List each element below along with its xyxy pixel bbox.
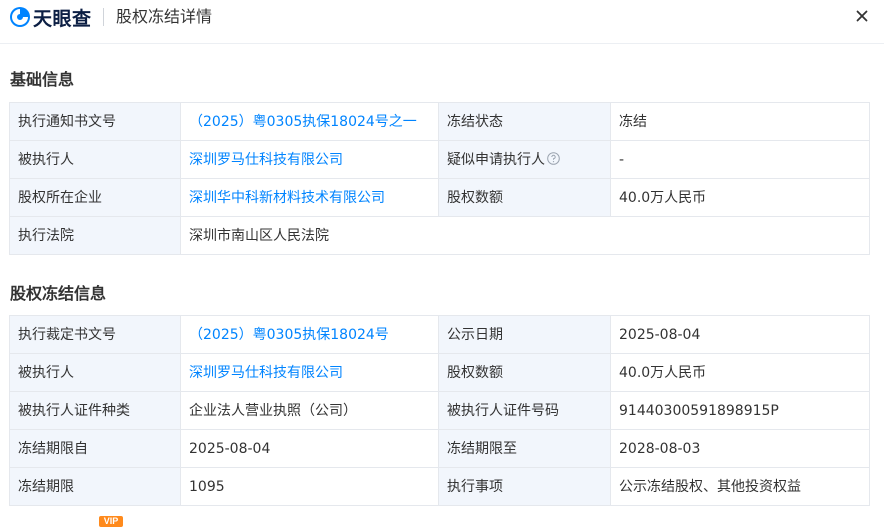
freeze-info-heading: 股权冻结信息 bbox=[10, 284, 107, 303]
vip-badge: VIP bbox=[99, 516, 123, 527]
help-icon[interactable] bbox=[547, 152, 560, 165]
executed-person-link[interactable]: 深圳罗马仕科技有限公司 bbox=[189, 365, 343, 381]
equity-company-label: 股权所在企业 bbox=[9, 178, 181, 217]
dialog-header: 天眼查 股权冻结详情 bbox=[0, 0, 884, 44]
basic-info-heading: 基础信息 bbox=[10, 70, 75, 89]
court-value: 深圳市南山区人民法院 bbox=[180, 216, 870, 255]
equity-amount-value: 40.0万人民币 bbox=[610, 178, 870, 217]
header-divider bbox=[103, 8, 104, 26]
table-row: 被执行人 深圳罗马仕科技有限公司 股权数额 40.0万人民币 bbox=[9, 353, 870, 392]
table-row: 执行通知书文号 （2025）粤0305执保18024号之一 冻结状态 冻结 bbox=[9, 102, 870, 141]
equity-amount-value: 40.0万人民币 bbox=[610, 353, 870, 392]
executed-person-label: 被执行人 bbox=[9, 353, 181, 392]
executed-person-label: 被执行人 bbox=[9, 140, 181, 179]
table-row: 执行法院 深圳市南山区人民法院 bbox=[9, 216, 870, 255]
table-row: 股权所在企业 深圳华中科新材料技术有限公司 股权数额 40.0万人民币 bbox=[9, 178, 870, 217]
equity-amount-label: 股权数额 bbox=[438, 353, 611, 392]
table-row: 冻结期限自 2025-08-04 冻结期限至 2028-08-03 bbox=[9, 429, 870, 468]
table-row: 被执行人证件种类 企业法人营业执照（公司） 被执行人证件号码 914403005… bbox=[9, 391, 870, 430]
publish-date-label: 公示日期 bbox=[438, 315, 611, 354]
id-number-value: 91440300591898915P bbox=[610, 391, 870, 430]
freeze-status-value: 冻结 bbox=[610, 102, 870, 141]
id-type-label: 被执行人证件种类 bbox=[9, 391, 181, 430]
freeze-from-label: 冻结期限自 bbox=[9, 429, 181, 468]
freeze-term-value: 1095 bbox=[180, 467, 439, 506]
close-icon[interactable] bbox=[854, 8, 870, 24]
notice-number-label: 执行通知书文号 bbox=[9, 102, 181, 141]
equity-amount-label: 股权数额 bbox=[438, 178, 611, 217]
id-type-value: 企业法人营业执照（公司） bbox=[180, 391, 439, 430]
logo-icon bbox=[10, 7, 30, 27]
freeze-to-value: 2028-08-03 bbox=[610, 429, 870, 468]
execution-matter-label: 执行事项 bbox=[438, 467, 611, 506]
dialog-title: 股权冻结详情 bbox=[116, 7, 213, 26]
ruling-number-label: 执行裁定书文号 bbox=[9, 315, 181, 354]
court-label: 执行法院 bbox=[9, 216, 181, 255]
basic-info-table: 执行通知书文号 （2025）粤0305执保18024号之一 冻结状态 冻结 被执… bbox=[9, 102, 870, 255]
equity-company-link[interactable]: 深圳华中科新材料技术有限公司 bbox=[189, 190, 385, 206]
tianyancha-logo[interactable]: 天眼查 bbox=[9, 6, 92, 30]
freeze-info-table: 执行裁定书文号 （2025）粤0305执保18024号 公示日期 2025-08… bbox=[9, 315, 870, 506]
execution-matter-value: 公示冻结股权、其他投资权益 bbox=[610, 467, 870, 506]
table-row: 冻结期限 1095 执行事项 公示冻结股权、其他投资权益 bbox=[9, 467, 870, 506]
suspected-applicant-label: 疑似申请执行人 bbox=[447, 151, 545, 168]
suspected-applicant-value: - bbox=[610, 140, 870, 179]
publish-date-value: 2025-08-04 bbox=[610, 315, 870, 354]
ruling-number-link[interactable]: （2025）粤0305执保18024号 bbox=[189, 327, 389, 343]
freeze-status-label: 冻结状态 bbox=[438, 102, 611, 141]
freeze-to-label: 冻结期限至 bbox=[438, 429, 611, 468]
id-number-label: 被执行人证件号码 bbox=[438, 391, 611, 430]
brand-name: 天眼查 bbox=[33, 7, 92, 30]
table-row: 执行裁定书文号 （2025）粤0305执保18024号 公示日期 2025-08… bbox=[9, 315, 870, 354]
freeze-term-label: 冻结期限 bbox=[9, 467, 181, 506]
freeze-from-value: 2025-08-04 bbox=[180, 429, 439, 468]
executed-person-link[interactable]: 深圳罗马仕科技有限公司 bbox=[189, 152, 343, 168]
suspected-applicant-label-cell: 疑似申请执行人 bbox=[438, 140, 611, 179]
notice-number-link[interactable]: （2025）粤0305执保18024号之一 bbox=[189, 114, 417, 130]
table-row: 被执行人 深圳罗马仕科技有限公司 疑似申请执行人 - bbox=[9, 140, 870, 179]
